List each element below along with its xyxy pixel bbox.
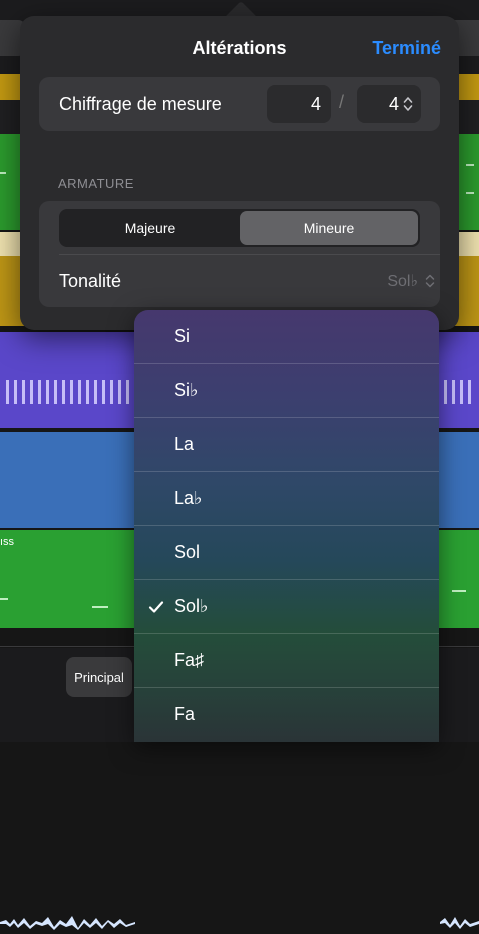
menu-item-label: Si♭ (174, 380, 199, 400)
region-marker (452, 590, 466, 592)
time-signature-numerator-field[interactable]: 4 (267, 85, 331, 123)
menu-item-label: Sol♭ (174, 596, 209, 616)
pattern-step (444, 380, 447, 404)
pattern-step (94, 380, 97, 404)
scale-mode-segmented-control: Majeure Mineure (59, 209, 420, 247)
menu-item-fa[interactable]: Fa (134, 688, 439, 742)
pattern-step (62, 380, 65, 404)
pattern-step (30, 380, 33, 404)
pattern-step (460, 380, 463, 404)
menu-item-sol-flat[interactable]: Sol♭ (134, 580, 439, 634)
denominator-value: 4 (388, 94, 399, 114)
pattern-step (468, 380, 471, 404)
pattern-step (102, 380, 105, 404)
key-label: Tonalité (59, 271, 122, 291)
pattern-step (70, 380, 73, 404)
pattern-step (14, 380, 17, 404)
region-marker (466, 164, 474, 166)
time-signature-row: Chiffrage de mesure 4 / 4 (39, 77, 440, 131)
key-value[interactable]: Sol♭ (387, 271, 418, 291)
menu-item-la-flat[interactable]: La♭ (134, 472, 439, 526)
pattern-step (452, 380, 455, 404)
chevron-up-down-icon (403, 97, 413, 111)
pattern-step (54, 380, 57, 404)
region-marker (0, 598, 8, 600)
armature-group: Majeure Mineure Tonalité Sol♭ (39, 201, 440, 307)
section-header-armature: ARMATURE (58, 176, 134, 191)
pattern-step (78, 380, 81, 404)
menu-item-label: La♭ (174, 488, 203, 508)
key-menu: Si Si♭ La La♭ Sol Sol♭ Fa♯ Fa (134, 310, 439, 742)
time-signature-label: Chiffrage de mesure (59, 94, 222, 114)
menu-item-si-flat[interactable]: Si♭ (134, 364, 439, 418)
menu-item-si[interactable]: Si (134, 310, 439, 364)
region-marker (92, 606, 108, 608)
pattern-step (38, 380, 41, 404)
chevron-up-down-icon[interactable] (425, 273, 435, 289)
menu-item-sol[interactable]: Sol (134, 526, 439, 580)
waveform-icon (440, 917, 479, 929)
numerator-value: 4 (310, 94, 321, 114)
divider (59, 254, 440, 255)
checkmark-icon (148, 601, 164, 613)
pattern-step (22, 380, 25, 404)
region-marker (0, 172, 6, 174)
done-button[interactable]: Terminé (372, 38, 441, 59)
segment-majeure[interactable]: Majeure (61, 211, 239, 245)
pattern-step (110, 380, 113, 404)
menu-item-la[interactable]: La (134, 418, 439, 472)
waveform-icon (0, 916, 135, 930)
menu-item-label: Fa (174, 704, 196, 724)
pattern-step (46, 380, 49, 404)
segment-mineure[interactable]: Mineure (240, 211, 418, 245)
track-region-label: ıss (0, 536, 15, 548)
alterations-popover: Altérations Terminé Chiffrage de mesure … (20, 16, 459, 330)
menu-item-label: Fa♯ (174, 650, 205, 670)
time-signature-separator: / (339, 92, 345, 112)
menu-item-label: La (174, 434, 195, 454)
menu-item-fa-sharp[interactable]: Fa♯ (134, 634, 439, 688)
region-marker (466, 192, 474, 194)
menu-item-label: Si (174, 326, 191, 346)
pattern-step (6, 380, 9, 404)
menu-item-label: Sol (174, 542, 201, 562)
pattern-step (86, 380, 89, 404)
pattern-step (118, 380, 121, 404)
time-signature-denominator-field[interactable]: 4 (357, 85, 421, 123)
pattern-step (126, 380, 129, 404)
principal-button[interactable]: Principal (66, 657, 132, 697)
